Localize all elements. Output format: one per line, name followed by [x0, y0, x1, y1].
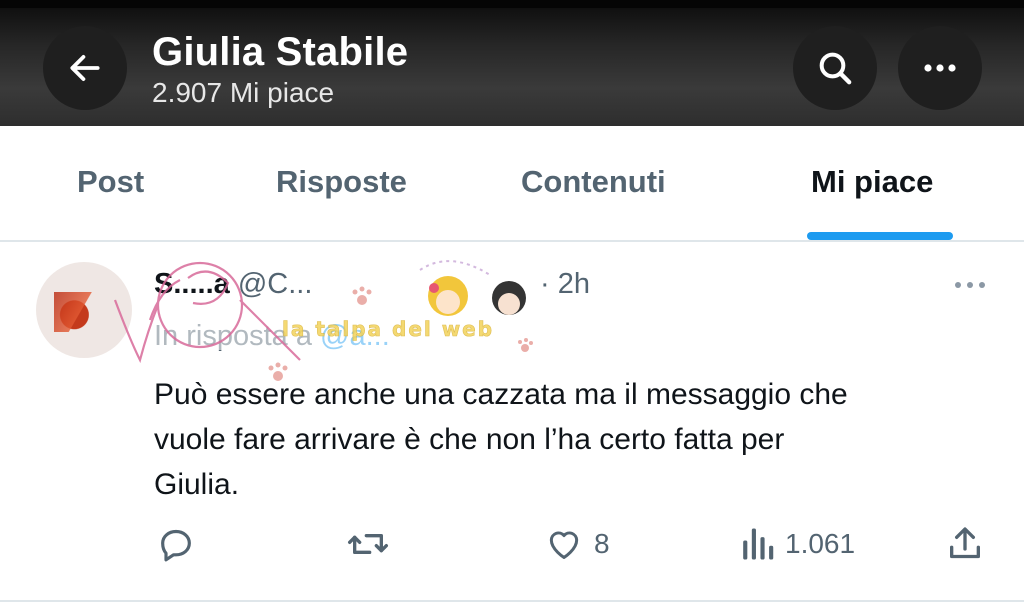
search-icon: [819, 52, 852, 85]
page-title: Giulia Stabile: [152, 30, 409, 74]
tab-replies[interactable]: Risposte: [276, 164, 407, 200]
more-horizontal-icon: [955, 282, 985, 288]
likes-count-subtitle: 2.907 Mi piace: [152, 77, 335, 108]
reply-context: In risposta a @a...: [154, 320, 390, 353]
arrow-left-icon: [70, 55, 100, 81]
status-bar-edge: [0, 0, 1024, 8]
reply-icon: [161, 529, 191, 562]
repost-icon: [347, 534, 388, 554]
search-button[interactable]: [793, 26, 877, 110]
post-divider: [0, 600, 1024, 602]
views-button[interactable]: 1.061: [739, 522, 855, 566]
like-button[interactable]: 8: [544, 522, 610, 566]
tab-post[interactable]: Post: [77, 164, 144, 200]
post-text: Può essere anche una cazzata ma il messa…: [154, 378, 848, 501]
post-more-button[interactable]: [950, 273, 990, 297]
share-button[interactable]: [945, 522, 985, 566]
more-horizontal-icon: [924, 64, 956, 72]
back-button[interactable]: [43, 26, 127, 110]
heart-icon: [549, 531, 579, 559]
tab-likes[interactable]: Mi piace: [811, 164, 933, 200]
views-count: 1.061: [785, 528, 856, 559]
tabs-divider: [0, 240, 1024, 242]
avatar[interactable]: [36, 262, 132, 358]
reply-prefix: In risposta a: [154, 320, 312, 352]
post-timestamp[interactable]: · 2h: [540, 268, 590, 301]
author-name: S.....a: [154, 268, 230, 300]
repost-button[interactable]: [346, 522, 390, 566]
author-handle: @C...: [237, 268, 313, 300]
share-icon: [950, 527, 980, 559]
more-options-button[interactable]: [898, 26, 982, 110]
tab-media[interactable]: Contenuti: [521, 164, 666, 200]
profile-header: Giulia Stabile 2.907 Mi piace: [0, 0, 1024, 126]
post-author[interactable]: S.....a @C...: [154, 268, 312, 301]
profile-tabs: Post Risposte Contenuti Mi piace: [0, 126, 1024, 240]
views-icon: [743, 528, 774, 560]
reply-button[interactable]: [156, 522, 196, 566]
reply-handle-link[interactable]: @a...: [320, 320, 390, 352]
like-count: 8: [594, 528, 610, 559]
active-tab-indicator: [807, 232, 953, 240]
